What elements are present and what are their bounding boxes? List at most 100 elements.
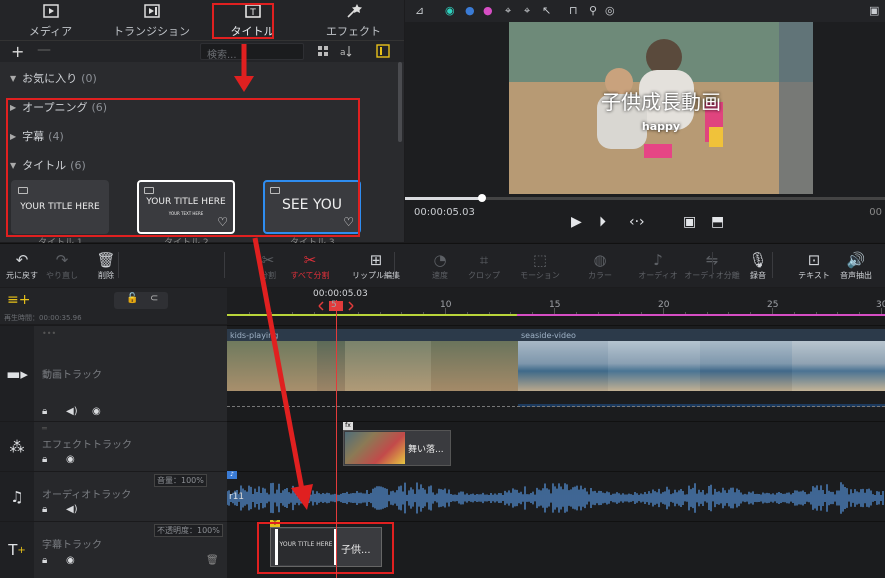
microphone-button[interactable]: 🎙 録音 <box>730 250 786 281</box>
microphone-icon: 🎙 <box>748 251 768 269</box>
eye-icon[interactable]: ◉ <box>92 406 101 417</box>
volume-icon[interactable]: ◀) <box>66 406 78 417</box>
brush-icon[interactable]: ⚲ <box>589 4 597 17</box>
expand-icon: ▼ <box>10 73 17 83</box>
export-frame-icon[interactable]: ⬒ <box>711 214 724 230</box>
video-track-icon: ▬▸ <box>0 326 34 421</box>
preview-current-time: 00:00:05.03 <box>414 207 475 218</box>
category-label: お気に入り <box>22 72 78 85</box>
total-duration: 再生時間：00:00:35.96 <box>4 314 82 322</box>
toolbar-separator <box>712 252 713 278</box>
audio-waveform[interactable] <box>227 480 885 516</box>
video-clip[interactable]: kids-playing <box>227 329 518 391</box>
tab-effect[interactable]: エフェクト <box>303 0 404 40</box>
color-dot-icon[interactable]: ● <box>465 4 475 17</box>
tab-transition[interactable]: トランジション <box>101 0 202 40</box>
playback-progress-fill <box>405 197 482 200</box>
video-title-overlay[interactable]: 子供成長動画 <box>509 86 813 115</box>
audio-extract-button[interactable]: 🔊 音声抽出 <box>828 250 884 281</box>
color-dot-icon[interactable]: ◉ <box>445 4 455 17</box>
sort-icon[interactable]: a <box>339 44 353 58</box>
split-all-button[interactable]: ✂ すべて分割 <box>282 250 338 281</box>
crop-icon: ⌗ <box>479 251 489 269</box>
trash-button[interactable]: 🗑 削除 <box>78 250 134 281</box>
eye-icon[interactable]: ◉ <box>66 555 75 566</box>
toolbar-label: 音声抽出 <box>840 271 872 280</box>
library-panel: メディア トランジション T タイトル エフェクト + — 検索... a ▼ … <box>0 0 404 248</box>
crop-button[interactable]: ⌗ クロップ <box>456 250 512 281</box>
select-move-icon[interactable]: ⌖ <box>505 4 511 18</box>
palette-icon: ◍ <box>593 251 607 269</box>
video-preview[interactable]: 子供成長動画 happy <box>509 22 813 194</box>
svg-text:a: a <box>340 48 346 58</box>
ruler-current-time: 00:00:05.03 <box>313 289 368 299</box>
toolbar-label: テキスト <box>798 271 830 280</box>
toolbar-label: 削除 <box>98 271 114 280</box>
effect-track-header: ⁂ ═ エフェクトトラック 🔒︎ ◉ <box>0 421 227 471</box>
subtitle-track-header: T + 不透明度：100% 字幕トラック 🔒︎ ◉ 🗑 <box>0 521 227 578</box>
motion-button[interactable]: ⬚ モーション <box>512 250 568 281</box>
lock-icon[interactable]: ⊓ <box>569 4 578 17</box>
category-count: (0) <box>81 71 97 85</box>
trash-icon[interactable]: 🗑 <box>206 555 219 566</box>
playback-scrubber-handle[interactable] <box>477 194 486 202</box>
play-range-icon[interactable]: ⏵ <box>599 214 606 230</box>
add-track-icon[interactable]: ≡+ <box>7 292 30 308</box>
track-name: 字幕トラック <box>42 540 102 551</box>
library-toolbar: + — 検索... a <box>0 40 404 62</box>
timeline-ruler[interactable]: 00:00:05.03 5 10 15 20 25 30 <box>227 288 885 316</box>
camera-icon[interactable]: ▣ <box>869 4 879 17</box>
video-track-header: ▬▸ ••• 動画トラック 🔒︎ ◀) ◉ <box>0 325 227 421</box>
library-scrollbar[interactable] <box>398 62 402 142</box>
effect-track-icon: ⁂ <box>0 422 34 471</box>
eye-icon[interactable]: ◎ <box>605 4 615 17</box>
track-divider <box>227 406 885 407</box>
lock-icon[interactable]: 🔒︎ <box>42 454 47 465</box>
video-clip[interactable]: seaside-video <box>518 329 885 391</box>
effect-badge-icon: fx <box>343 422 353 430</box>
lock-icon[interactable]: 🔒︎ <box>42 555 47 566</box>
clip-name: kids-playing <box>230 331 279 340</box>
clip-frame <box>518 341 608 391</box>
preview-toolbar: ⊿ ◉ ● ● ⌖ ⌖ ↖ ⊓ ⚲ ◎ ▣ <box>405 0 885 22</box>
lock-all-icon[interactable]: 🔓 <box>126 293 138 304</box>
preview-panel: ⊿ ◉ ● ● ⌖ ⌖ ↖ ⊓ ⚲ ◎ ▣ 子供成長動画 happy 00:00… <box>405 0 885 242</box>
ruler-icon[interactable]: ⊿ <box>415 4 424 17</box>
track-grip-icon[interactable]: ••• <box>42 329 56 338</box>
search-input[interactable]: 検索... <box>200 43 304 61</box>
color-dot-icon[interactable]: ● <box>483 4 493 17</box>
panel-toggle-icon[interactable] <box>376 44 390 58</box>
snap-icon[interactable]: ⊂ <box>150 293 158 304</box>
ripple-button[interactable]: ⊞ リップル編集 <box>348 250 404 281</box>
volume-value[interactable]: 音量：100% <box>154 474 207 487</box>
clip-name: 舞い落... <box>408 445 444 455</box>
video-subtitle-overlay[interactable]: happy <box>509 120 813 133</box>
volume-icon[interactable]: ◀) <box>66 504 78 515</box>
cursor-icon[interactable]: ↖ <box>542 4 551 17</box>
play-icon[interactable]: ▶ <box>571 214 582 230</box>
track-grip-icon[interactable]: ═ <box>42 424 47 433</box>
toolbar-separator <box>224 252 225 278</box>
fit-screen-icon[interactable]: ▣ <box>683 214 696 230</box>
audio-badge-icon: ♪ <box>227 471 237 479</box>
select-area-icon[interactable]: ⌖ <box>524 4 530 18</box>
step-frames-icon[interactable]: ‹·› <box>629 214 645 230</box>
effect-clip[interactable]: 舞い落... <box>343 430 451 466</box>
tab-media-label: メディア <box>28 24 73 38</box>
clip-frame <box>792 341 885 391</box>
opacity-value[interactable]: 不透明度：100% <box>154 524 223 537</box>
add-icon[interactable]: + <box>11 42 24 61</box>
lock-icon[interactable]: 🔒︎ <box>42 504 47 515</box>
toolbar-label: 分割 <box>260 271 276 280</box>
grid-view-icon[interactable] <box>316 44 330 58</box>
clip-frame <box>345 341 431 391</box>
eye-icon[interactable]: ◉ <box>66 454 75 465</box>
playback-controls: ▶ ⏵ ‹·› ▣ ⬒ <box>571 214 741 234</box>
remove-icon[interactable]: — <box>37 42 51 58</box>
audio-edit-button[interactable]: ♪ オーディオ <box>630 250 686 281</box>
playhead-line[interactable] <box>336 300 337 578</box>
palette-button[interactable]: ◍ カラー <box>572 250 628 281</box>
tab-media[interactable]: メディア <box>0 0 101 40</box>
lock-icon[interactable]: 🔒︎ <box>42 406 47 417</box>
category-favorites[interactable]: ▼ お気に入り (0) <box>0 64 396 92</box>
